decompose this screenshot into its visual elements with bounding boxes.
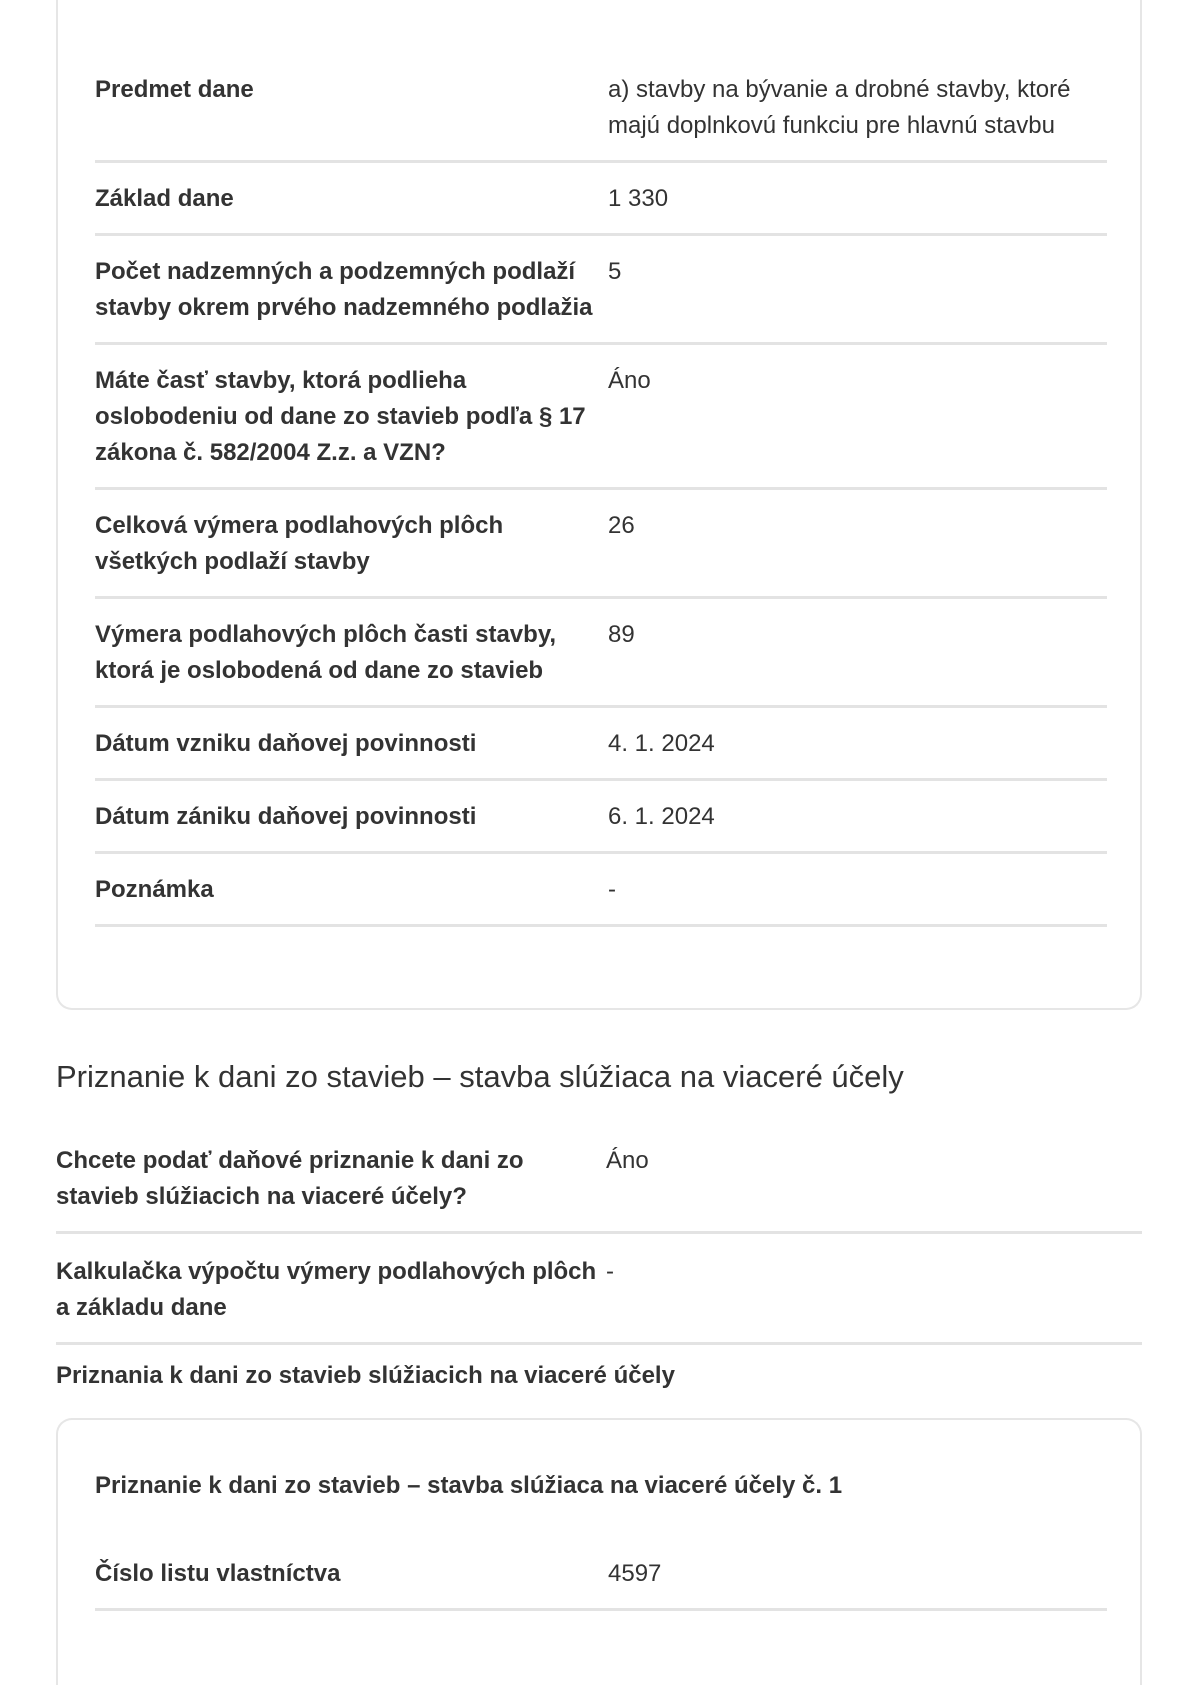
detail-row-pocet-podlazi: Počet nadzemných a podzemných podlaží st… — [95, 236, 1107, 345]
declaration-card-title: Priznanie k dani zo stavieb – stavba slú… — [95, 1472, 843, 1499]
property-details-list: Predmet dane a) stavby na bývanie a drob… — [95, 54, 1107, 927]
detail-value: - — [606, 1258, 614, 1285]
detail-value: Áno — [608, 367, 651, 394]
detail-value: - — [608, 876, 616, 903]
detail-label: Dátum vzniku daňovej povinnosti — [95, 730, 477, 757]
property-details-card: Predmet dane a) stavby na bývanie a drob… — [56, 0, 1142, 1010]
detail-label: Máte časť stavby, ktorá podlieha oslobod… — [95, 367, 586, 466]
detail-value: 4. 1. 2024 — [608, 730, 715, 757]
detail-row-oslobodenie: Máte časť stavby, ktorá podlieha oslobod… — [95, 345, 1107, 490]
detail-value: a) stavby na bývanie a drobné stavby, kt… — [608, 76, 1071, 139]
detail-row-poznamka: Poznámka - — [95, 854, 1107, 927]
detail-label: Počet nadzemných a podzemných podlaží st… — [95, 258, 593, 321]
detail-value: 26 — [608, 512, 635, 539]
declaration-card: Priznanie k dani zo stavieb – stavba slú… — [56, 1418, 1142, 1685]
detail-value: Áno — [606, 1147, 649, 1174]
section-title: Priznanie k dani zo stavieb – stavba slú… — [56, 1059, 904, 1094]
detail-value: 6. 1. 2024 — [608, 803, 715, 830]
detail-label: Kalkulačka výpočtu výmery podlahových pl… — [56, 1258, 597, 1321]
detail-label: Číslo listu vlastníctva — [95, 1560, 341, 1587]
detail-label: Predmet dane — [95, 76, 254, 103]
detail-row-predmet-dane: Predmet dane a) stavby na bývanie a drob… — [95, 54, 1107, 163]
detail-label: Celková výmera podlahových plôch všetkýc… — [95, 512, 504, 575]
detail-label: Chcete podať daňové priznanie k dani zo … — [56, 1147, 524, 1210]
detail-row-podat-priznanie: Chcete podať daňové priznanie k dani zo … — [56, 1135, 1142, 1234]
detail-row-zaklad-dane: Základ dane 1 330 — [95, 163, 1107, 236]
detail-label: Dátum zániku daňovej povinnosti — [95, 803, 477, 830]
declaration-details-list: Číslo listu vlastníctva 4597 — [95, 1548, 1107, 1611]
multi-purpose-details-list: Chcete podať daňové priznanie k dani zo … — [56, 1135, 1142, 1345]
detail-row-celkova-vymera: Celková výmera podlahových plôch všetkýc… — [95, 490, 1107, 599]
declarations-subheading: Priznania k dani zo stavieb slúžiacich n… — [56, 1362, 675, 1389]
detail-row-oslobodena-vymera: Výmera podlahových plôch časti stavby, k… — [95, 599, 1107, 708]
detail-label: Výmera podlahových plôch časti stavby, k… — [95, 621, 557, 684]
detail-label: Základ dane — [95, 185, 234, 212]
detail-label: Poznámka — [95, 876, 214, 903]
detail-row-datum-vzniku: Dátum vzniku daňovej povinnosti 4. 1. 20… — [95, 708, 1107, 781]
detail-value: 4597 — [608, 1560, 662, 1587]
detail-row-cislo-lv: Číslo listu vlastníctva 4597 — [95, 1548, 1107, 1611]
detail-value: 1 330 — [608, 185, 669, 212]
detail-value: 5 — [608, 258, 622, 285]
detail-value: 89 — [608, 621, 635, 648]
detail-row-datum-zaniku: Dátum zániku daňovej povinnosti 6. 1. 20… — [95, 781, 1107, 854]
detail-row-kalkulacka: Kalkulačka výpočtu výmery podlahových pl… — [56, 1234, 1142, 1345]
